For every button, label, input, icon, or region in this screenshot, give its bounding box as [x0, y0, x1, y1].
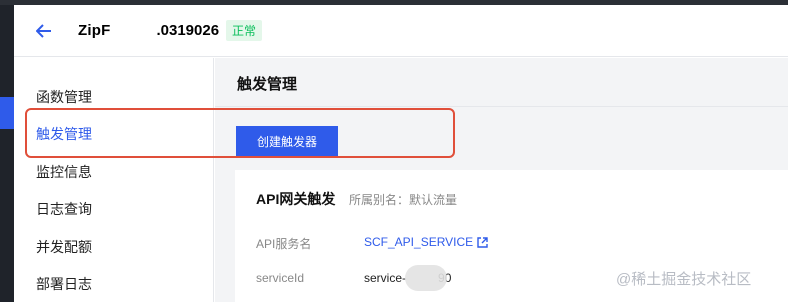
api-service-name[interactable]: SCF_API_SERVICE: [364, 235, 473, 249]
status-badge: 正常: [226, 20, 263, 41]
service-id-label: serviceId: [256, 271, 305, 285]
api-service-label: API服务名: [256, 237, 312, 251]
sidebar-item-logs[interactable]: 日志查询: [36, 199, 92, 219]
watermark-text: @稀土掘金技术社区: [616, 271, 752, 288]
sidebar-item-monitoring[interactable]: 监控信息: [36, 162, 92, 182]
service-id-prefix: service-: [364, 271, 407, 285]
annotation-highlight-box: [25, 108, 455, 158]
back-arrow-icon[interactable]: [30, 17, 58, 45]
trigger-alias: 所属别名：默认流量: [349, 193, 458, 207]
sidebar-item-deploy-logs[interactable]: 部署日志: [36, 274, 92, 294]
external-link-icon[interactable]: [477, 237, 488, 251]
sidebar-item-concurrency[interactable]: 并发配额: [36, 237, 92, 257]
api-service-link[interactable]: SCF_API_SERVICE: [364, 235, 488, 251]
watermark: @稀土掘金技术社区: [616, 268, 751, 289]
redacted-region: [110, 22, 157, 39]
function-id: .0319026: [156, 22, 220, 39]
sidebar: 函数管理 触发管理 监控信息 日志查询 并发配额 部署日志: [14, 58, 214, 302]
rail-active-marker: [0, 97, 14, 129]
blur-mask: [405, 265, 447, 291]
sidebar-item-functions[interactable]: 函数管理: [36, 87, 92, 107]
function-name: ZipF: [78, 22, 111, 39]
page-title: 触发管理: [237, 76, 298, 93]
divider: [215, 106, 788, 107]
trigger-card-title: API网关触发: [256, 191, 336, 207]
function-header: ZipF .0319026 正常: [14, 5, 788, 57]
main-content: 触发管理 创建触发器 API网关触发 所属别名：默认流量 API服务名 SCF_…: [215, 58, 788, 302]
global-nav-rail: [0, 5, 14, 302]
